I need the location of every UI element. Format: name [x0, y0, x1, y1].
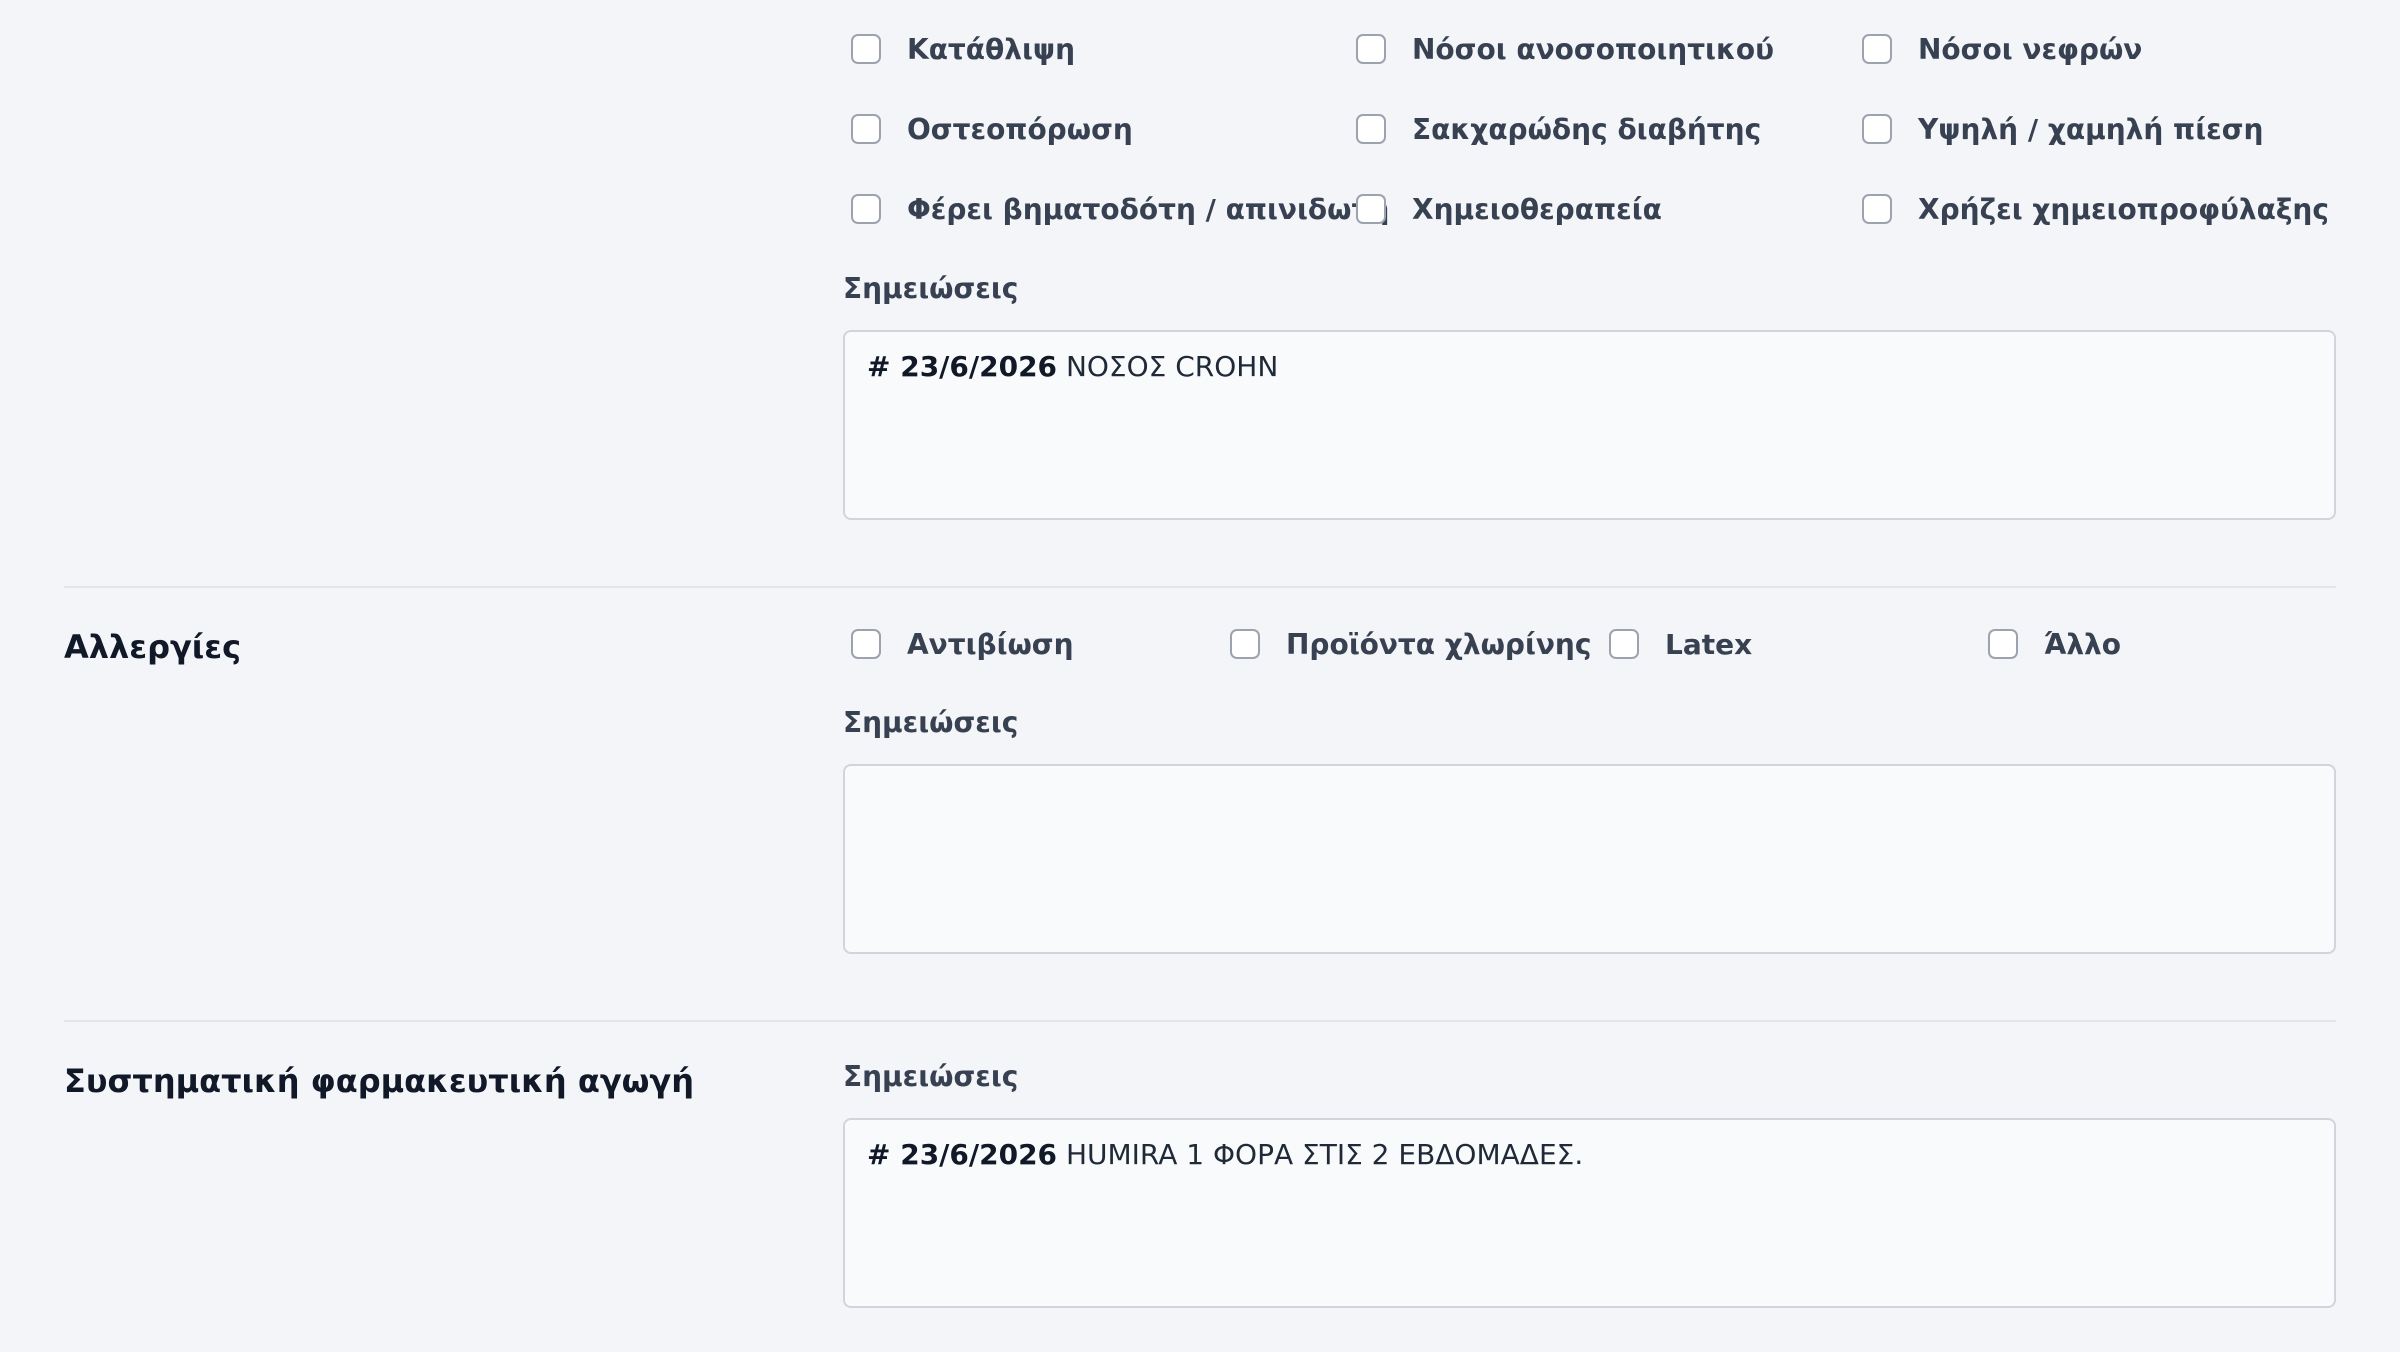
conditions-row-2: Οστεοπόρωση Σακχαρώδης διαβήτης Υψηλή / …: [843, 105, 2336, 153]
checkbox-item-pacemaker[interactable]: Φέρει βηματοδότη / απινιδωτή: [843, 185, 1389, 233]
checkbox-label: Οστεοπόρωση: [907, 112, 1133, 146]
medication-notes-textarea[interactable]: # 23/6/2026 HUMIRA 1 ΦΟΡΑ ΣΤΙΣ 2 ΕΒΔΟΜΑΔ…: [843, 1118, 2336, 1308]
notes-date: # 23/6/2026: [867, 350, 1058, 383]
checkbox-item-blood-pressure[interactable]: Υψηλή / χαμηλή πίεση: [1854, 105, 2263, 153]
checkbox-osteoporosis[interactable]: [851, 114, 881, 144]
allergies-section: Αλλεργίες Αντιβίωση Προϊόντα χλωρίνης La…: [64, 588, 2336, 1020]
checkbox-item-chemotherapy[interactable]: Χημειοθεραπεία: [1348, 185, 1662, 233]
conditions-content: Κατάθλιψη Νόσοι ανοσοποιητικού Νόσοι νεφ…: [843, 0, 2336, 586]
medication-content: Σημειώσεις # 23/6/2026 HUMIRA 1 ΦΟΡΑ ΣΤΙ…: [843, 1022, 2336, 1352]
allergies-content: Αντιβίωση Προϊόντα χλωρίνης Latex Άλλο Σ…: [843, 588, 2336, 1020]
allergies-row: Αντιβίωση Προϊόντα χλωρίνης Latex Άλλο: [843, 620, 2336, 668]
checkbox-item-chemoprophylaxis[interactable]: Χρήζει χημειοπροφύλαξης: [1854, 185, 2329, 233]
checkbox-label: Χρήζει χημειοπροφύλαξης: [1918, 192, 2329, 226]
checkbox-item-osteoporosis[interactable]: Οστεοπόρωση: [843, 105, 1133, 153]
checkbox-item-immune-diseases[interactable]: Νόσοι ανοσοποιητικού: [1348, 25, 1774, 73]
notes-text: HUMIRA 1 ΦΟΡΑ ΣΤΙΣ 2 ΕΒΔΟΜΑΔΕΣ.: [1057, 1138, 1584, 1171]
checkbox-label: Νόσοι ανοσοποιητικού: [1412, 32, 1775, 66]
notes-date: # 23/6/2026: [867, 1138, 1058, 1171]
checkbox-chemoprophylaxis[interactable]: [1862, 194, 1892, 224]
checkbox-antibiotics[interactable]: [851, 629, 881, 659]
conditions-row-1: Κατάθλιψη Νόσοι ανοσοποιητικού Νόσοι νεφ…: [843, 25, 2336, 73]
checkbox-label: Αντιβίωση: [907, 627, 1074, 661]
checkbox-item-antibiotics[interactable]: Αντιβίωση: [843, 620, 1074, 668]
checkbox-item-kidney-diseases[interactable]: Νόσοι νεφρών: [1854, 25, 2142, 73]
checkbox-item-chlorine-products[interactable]: Προϊόντα χλωρίνης: [1222, 620, 1591, 668]
conditions-section: Κατάθλιψη Νόσοι ανοσοποιητικού Νόσοι νεφ…: [64, 0, 2336, 586]
checkbox-kidney-diseases[interactable]: [1862, 34, 1892, 64]
checkbox-latex[interactable]: [1609, 629, 1639, 659]
checkbox-label: Φέρει βηματοδότη / απινιδωτή: [907, 192, 1390, 226]
checkbox-label: Υψηλή / χαμηλή πίεση: [1918, 112, 2264, 146]
checkbox-other[interactable]: [1988, 629, 2018, 659]
checkbox-label: Latex: [1665, 627, 1753, 661]
checkbox-label: Νόσοι νεφρών: [1918, 32, 2143, 66]
checkbox-pacemaker[interactable]: [851, 194, 881, 224]
allergies-notes-label: Σημειώσεις: [843, 706, 1019, 739]
checkbox-item-depression[interactable]: Κατάθλιψη: [843, 25, 1075, 73]
checkbox-label: Άλλο: [2044, 627, 2121, 661]
notes-text: ΝΟΣΟΣ CROHN: [1057, 350, 1279, 383]
medication-title: Συστηματική φαρμακευτική αγωγή: [64, 1062, 694, 1100]
checkbox-item-diabetes[interactable]: Σακχαρώδης διαβήτης: [1348, 105, 1761, 153]
conditions-notes-textarea[interactable]: # 23/6/2026 ΝΟΣΟΣ CROHN: [843, 330, 2336, 520]
checkbox-label: Προϊόντα χλωρίνης: [1286, 627, 1592, 661]
checkbox-label: Χημειοθεραπεία: [1412, 192, 1662, 226]
checkbox-chemotherapy[interactable]: [1356, 194, 1386, 224]
allergies-notes-textarea[interactable]: [843, 764, 2336, 954]
checkbox-chlorine-products[interactable]: [1230, 629, 1260, 659]
conditions-notes-label: Σημειώσεις: [843, 272, 1019, 305]
medication-section: Συστηματική φαρμακευτική αγωγή Σημειώσει…: [64, 1022, 2336, 1352]
checkbox-blood-pressure[interactable]: [1862, 114, 1892, 144]
checkbox-diabetes[interactable]: [1356, 114, 1386, 144]
conditions-row-3: Φέρει βηματοδότη / απινιδωτή Χημειοθεραπ…: [843, 185, 2336, 233]
checkbox-label: Κατάθλιψη: [907, 32, 1076, 66]
checkbox-label: Σακχαρώδης διαβήτης: [1412, 112, 1762, 146]
checkbox-immune-diseases[interactable]: [1356, 34, 1386, 64]
checkbox-item-other[interactable]: Άλλο: [1980, 620, 2121, 668]
checkbox-depression[interactable]: [851, 34, 881, 64]
checkbox-item-latex[interactable]: Latex: [1601, 620, 1752, 668]
allergies-title: Αλλεργίες: [64, 628, 242, 666]
medication-notes-label: Σημειώσεις: [843, 1060, 1019, 1093]
